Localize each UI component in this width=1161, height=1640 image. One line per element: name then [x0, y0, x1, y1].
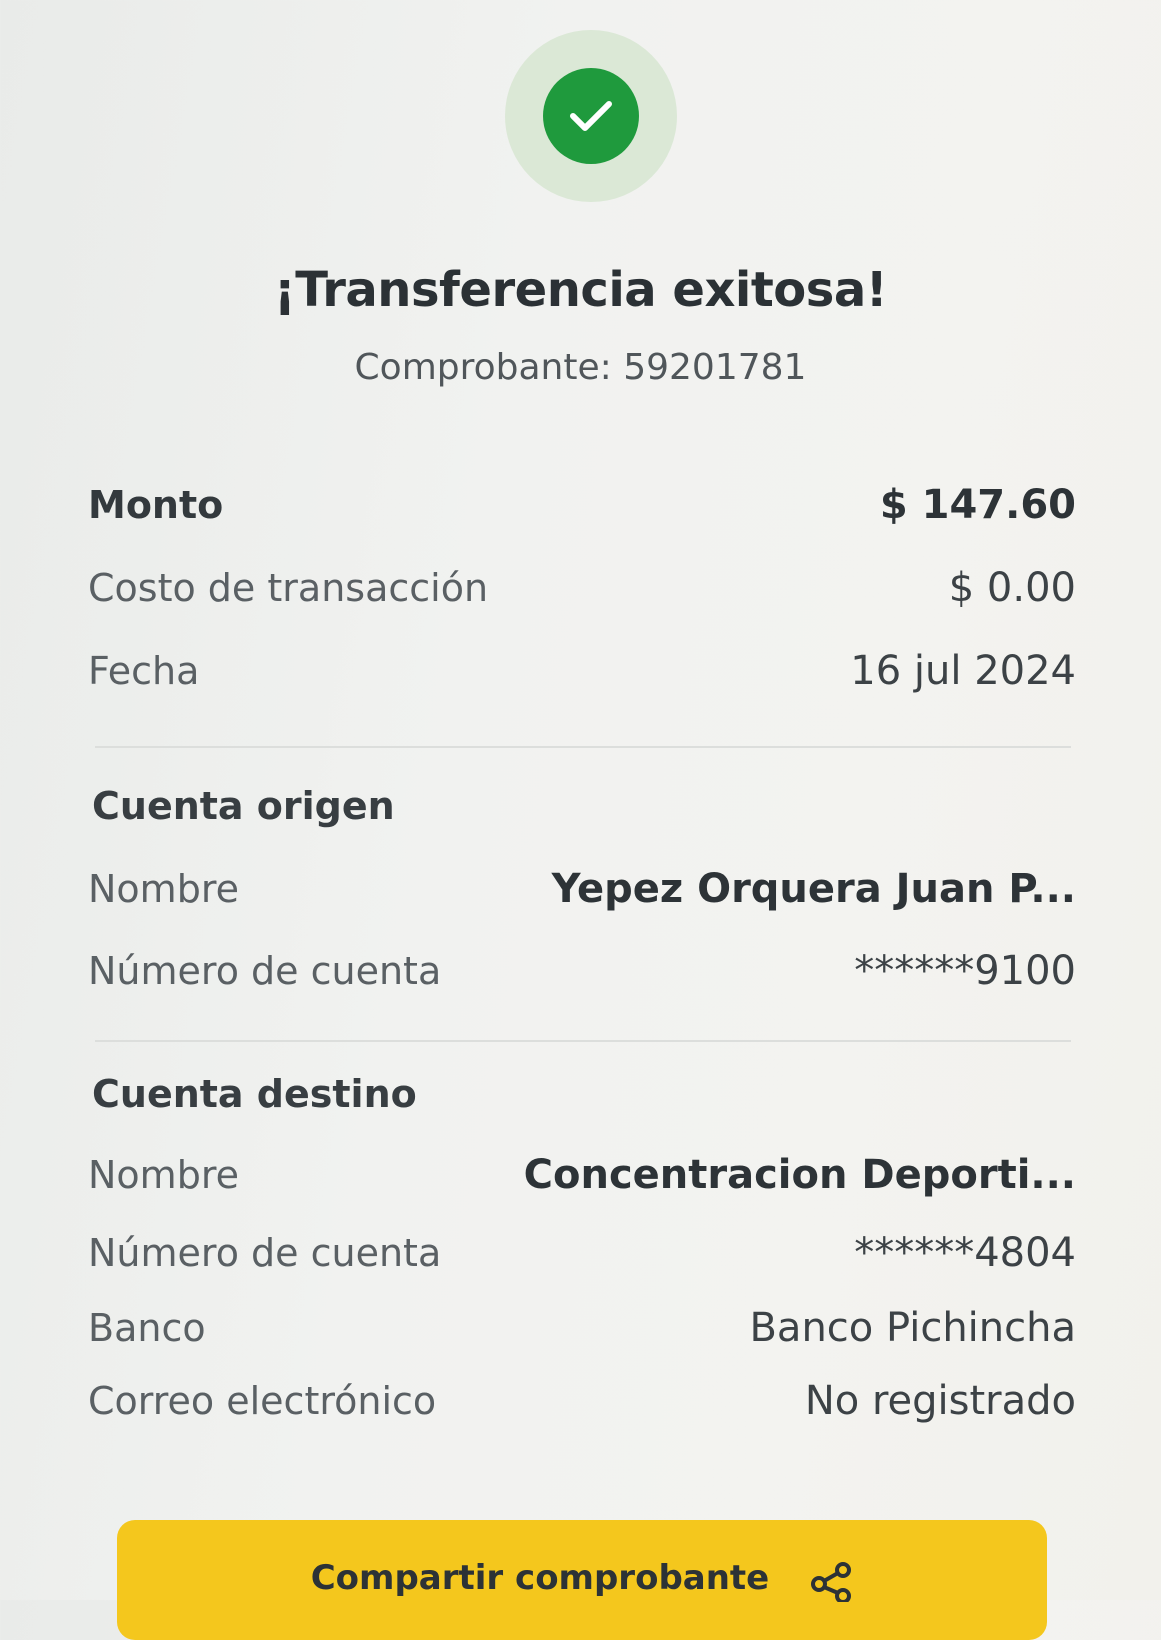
divider [95, 746, 1071, 748]
origin-name-value: Yepez Orquera Juan P... [551, 866, 1076, 912]
destination-name-row: Nombre Concentracion Deporti... [88, 1152, 1076, 1198]
destination-name-label: Nombre [88, 1153, 239, 1197]
origin-section-title: Cuenta origen [92, 784, 395, 828]
date-value: 16 jul 2024 [850, 648, 1076, 694]
origin-name-row: Nombre Yepez Orquera Juan P... [88, 866, 1076, 912]
destination-email-row: Correo electrónico No registrado [88, 1378, 1076, 1424]
date-row: Fecha 16 jul 2024 [88, 648, 1076, 694]
date-label: Fecha [88, 649, 200, 693]
destination-bank-value: Banco Pichincha [749, 1305, 1076, 1351]
success-badge [505, 30, 677, 202]
destination-account-value: ******4804 [854, 1230, 1076, 1276]
destination-bank-label: Banco [88, 1306, 206, 1350]
fee-row: Costo de transacción $ 0.00 [88, 565, 1076, 611]
amount-row: Monto $ 147.60 [88, 482, 1076, 528]
origin-name-label: Nombre [88, 867, 239, 911]
origin-account-row: Número de cuenta ******9100 [88, 948, 1076, 994]
destination-account-label: Número de cuenta [88, 1231, 442, 1275]
check-icon [570, 101, 612, 131]
fee-label: Costo de transacción [88, 566, 489, 610]
success-circle [543, 68, 639, 164]
origin-account-label: Número de cuenta [88, 949, 442, 993]
amount-value: $ 147.60 [879, 482, 1076, 528]
fee-value: $ 0.00 [948, 565, 1076, 611]
destination-email-label: Correo electrónico [88, 1379, 437, 1423]
destination-email-value: No registrado [804, 1378, 1076, 1424]
share-receipt-label: Compartir comprobante [310, 1558, 770, 1598]
destination-section-title: Cuenta destino [92, 1072, 417, 1116]
origin-account-value: ******9100 [854, 948, 1076, 994]
page-title: ¡Transferencia exitosa! [273, 262, 888, 318]
divider [95, 1040, 1071, 1042]
destination-bank-row: Banco Banco Pichincha [88, 1305, 1076, 1351]
share-icon [811, 1562, 852, 1602]
receipt-number: Comprobante: 59201781 [354, 347, 807, 388]
amount-label: Monto [88, 483, 224, 527]
share-receipt-button[interactable]: Compartir comprobante [117, 1520, 1047, 1640]
destination-name-value: Concentracion Deporti... [523, 1152, 1076, 1198]
destination-account-row: Número de cuenta ******4804 [88, 1230, 1076, 1276]
